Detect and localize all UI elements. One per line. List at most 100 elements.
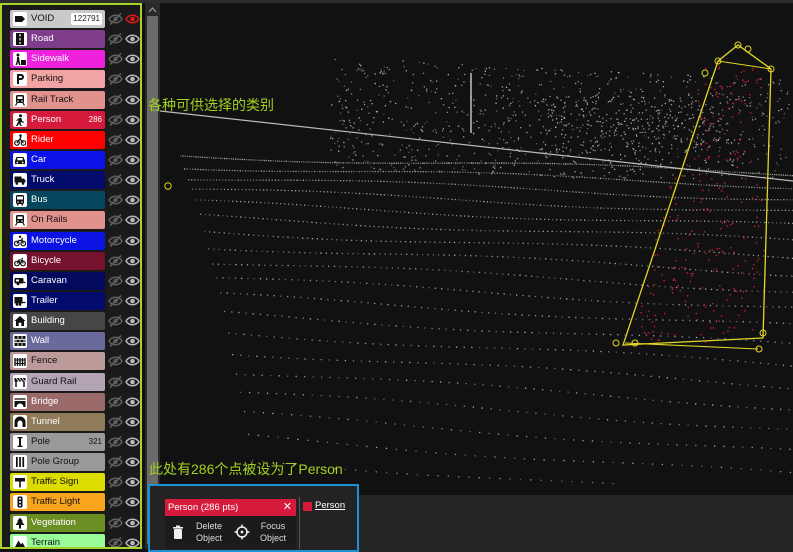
eye-icon[interactable] <box>125 12 140 26</box>
eye-slash-icon[interactable] <box>108 375 123 389</box>
category-label[interactable]: Building <box>10 312 105 331</box>
focus-object-button[interactable]: Focus Object <box>231 516 295 549</box>
eye-slash-icon[interactable] <box>108 314 123 328</box>
category-row[interactable]: Vegetation <box>10 513 140 532</box>
eye-slash-icon[interactable] <box>108 415 123 429</box>
eye-slash-icon[interactable] <box>108 455 123 469</box>
eye-icon[interactable] <box>125 254 140 268</box>
category-row[interactable]: Traffic Sign <box>10 473 140 492</box>
category-label[interactable]: Caravan <box>10 271 105 290</box>
eye-slash-icon[interactable] <box>108 234 123 248</box>
eye-icon[interactable] <box>125 234 140 248</box>
eye-slash-icon[interactable] <box>108 113 123 127</box>
category-label[interactable]: Rail Track <box>10 90 105 109</box>
category-label[interactable]: Sidewalk <box>10 50 105 69</box>
eye-icon[interactable] <box>125 495 140 509</box>
eye-icon[interactable] <box>125 193 140 207</box>
eye-icon[interactable] <box>125 133 140 147</box>
category-label[interactable]: Guard Rail <box>10 372 105 391</box>
category-label[interactable]: Bicycle <box>10 251 105 270</box>
category-row[interactable]: Caravan <box>10 271 140 290</box>
eye-slash-icon[interactable] <box>108 72 123 86</box>
eye-slash-icon[interactable] <box>108 133 123 147</box>
category-row[interactable]: Parking <box>10 70 140 89</box>
category-row[interactable]: Pole 321 <box>10 432 140 451</box>
eye-slash-icon[interactable] <box>108 516 123 530</box>
category-label[interactable]: Bus <box>10 191 105 210</box>
eye-slash-icon[interactable] <box>108 93 123 107</box>
category-row[interactable]: Road <box>10 30 140 49</box>
category-label[interactable]: Rider <box>10 130 105 149</box>
eye-slash-icon[interactable] <box>108 435 123 449</box>
eye-icon[interactable] <box>125 173 140 187</box>
category-row[interactable]: Bicycle <box>10 251 140 270</box>
eye-slash-icon[interactable] <box>108 254 123 268</box>
eye-icon[interactable] <box>125 113 140 127</box>
person-bounding-box[interactable] <box>612 41 775 353</box>
category-row[interactable]: Rail Track <box>10 90 140 109</box>
eye-icon[interactable] <box>125 153 140 167</box>
eye-slash-icon[interactable] <box>108 52 123 66</box>
category-label[interactable]: Pole Group <box>10 453 105 472</box>
eye-slash-icon[interactable] <box>108 153 123 167</box>
eye-icon[interactable] <box>125 415 140 429</box>
eye-slash-icon[interactable] <box>108 274 123 288</box>
eye-slash-icon[interactable] <box>108 475 123 489</box>
category-row[interactable]: Building <box>10 312 140 331</box>
eye-icon[interactable] <box>125 93 140 107</box>
eye-icon[interactable] <box>125 375 140 389</box>
category-row[interactable]: Bridge <box>10 392 140 411</box>
category-row[interactable]: Wall <box>10 332 140 351</box>
category-label[interactable]: Traffic Light <box>10 493 105 512</box>
category-row[interactable]: On Rails <box>10 211 140 230</box>
eye-slash-icon[interactable] <box>108 213 123 227</box>
eye-icon[interactable] <box>125 435 140 449</box>
category-label[interactable]: Traffic Sign <box>10 473 105 492</box>
category-label[interactable]: Vegetation <box>10 513 105 532</box>
category-label[interactable]: Parking <box>10 70 105 89</box>
delete-object-button[interactable]: Delete Object <box>167 516 227 549</box>
eye-slash-icon[interactable] <box>108 334 123 348</box>
category-label[interactable]: Pole 321 <box>10 432 105 451</box>
category-row[interactable]: Traffic Light <box>10 493 140 512</box>
category-label[interactable]: Car <box>10 150 105 169</box>
category-row[interactable]: VOID 122791 <box>10 10 140 28</box>
eye-slash-icon[interactable] <box>108 294 123 308</box>
close-icon[interactable]: ✕ <box>283 499 292 516</box>
eye-icon[interactable] <box>125 32 140 46</box>
eye-icon[interactable] <box>125 475 140 489</box>
category-row[interactable]: Person 286 <box>10 110 140 129</box>
scroll-up-arrow-icon[interactable] <box>148 6 157 14</box>
eye-icon[interactable] <box>125 52 140 66</box>
category-label[interactable]: Wall <box>10 332 105 351</box>
category-row[interactable]: Terrain <box>10 533 140 547</box>
category-label[interactable]: Motorcycle <box>10 231 105 250</box>
category-row[interactable]: Fence <box>10 352 140 371</box>
category-row[interactable]: Truck <box>10 171 140 190</box>
anchor-handle[interactable] <box>164 182 172 190</box>
category-row[interactable]: Guard Rail <box>10 372 140 391</box>
category-label[interactable]: Truck <box>10 171 105 190</box>
category-row[interactable]: Bus <box>10 191 140 210</box>
category-label[interactable]: VOID 122791 <box>10 10 105 28</box>
eye-icon[interactable] <box>125 294 140 308</box>
category-label[interactable]: Fence <box>10 352 105 371</box>
eye-slash-icon[interactable] <box>108 495 123 509</box>
bbox-handle[interactable] <box>744 45 752 53</box>
category-label[interactable]: Tunnel <box>10 412 105 431</box>
category-row[interactable]: Pole Group <box>10 453 140 472</box>
bbox-handle[interactable] <box>701 69 709 77</box>
category-label[interactable]: On Rails <box>10 211 105 230</box>
eye-icon[interactable] <box>125 395 140 409</box>
eye-slash-icon[interactable] <box>108 12 123 26</box>
category-row[interactable]: Motorcycle <box>10 231 140 250</box>
category-row[interactable]: Rider <box>10 130 140 149</box>
eye-icon[interactable] <box>125 213 140 227</box>
eye-icon[interactable] <box>125 314 140 328</box>
eye-icon[interactable] <box>125 72 140 86</box>
eye-icon[interactable] <box>125 354 140 368</box>
category-row[interactable]: Tunnel <box>10 412 140 431</box>
eye-icon[interactable] <box>125 516 140 530</box>
eye-icon[interactable] <box>125 455 140 469</box>
legend-person-link[interactable]: Person <box>315 500 345 511</box>
